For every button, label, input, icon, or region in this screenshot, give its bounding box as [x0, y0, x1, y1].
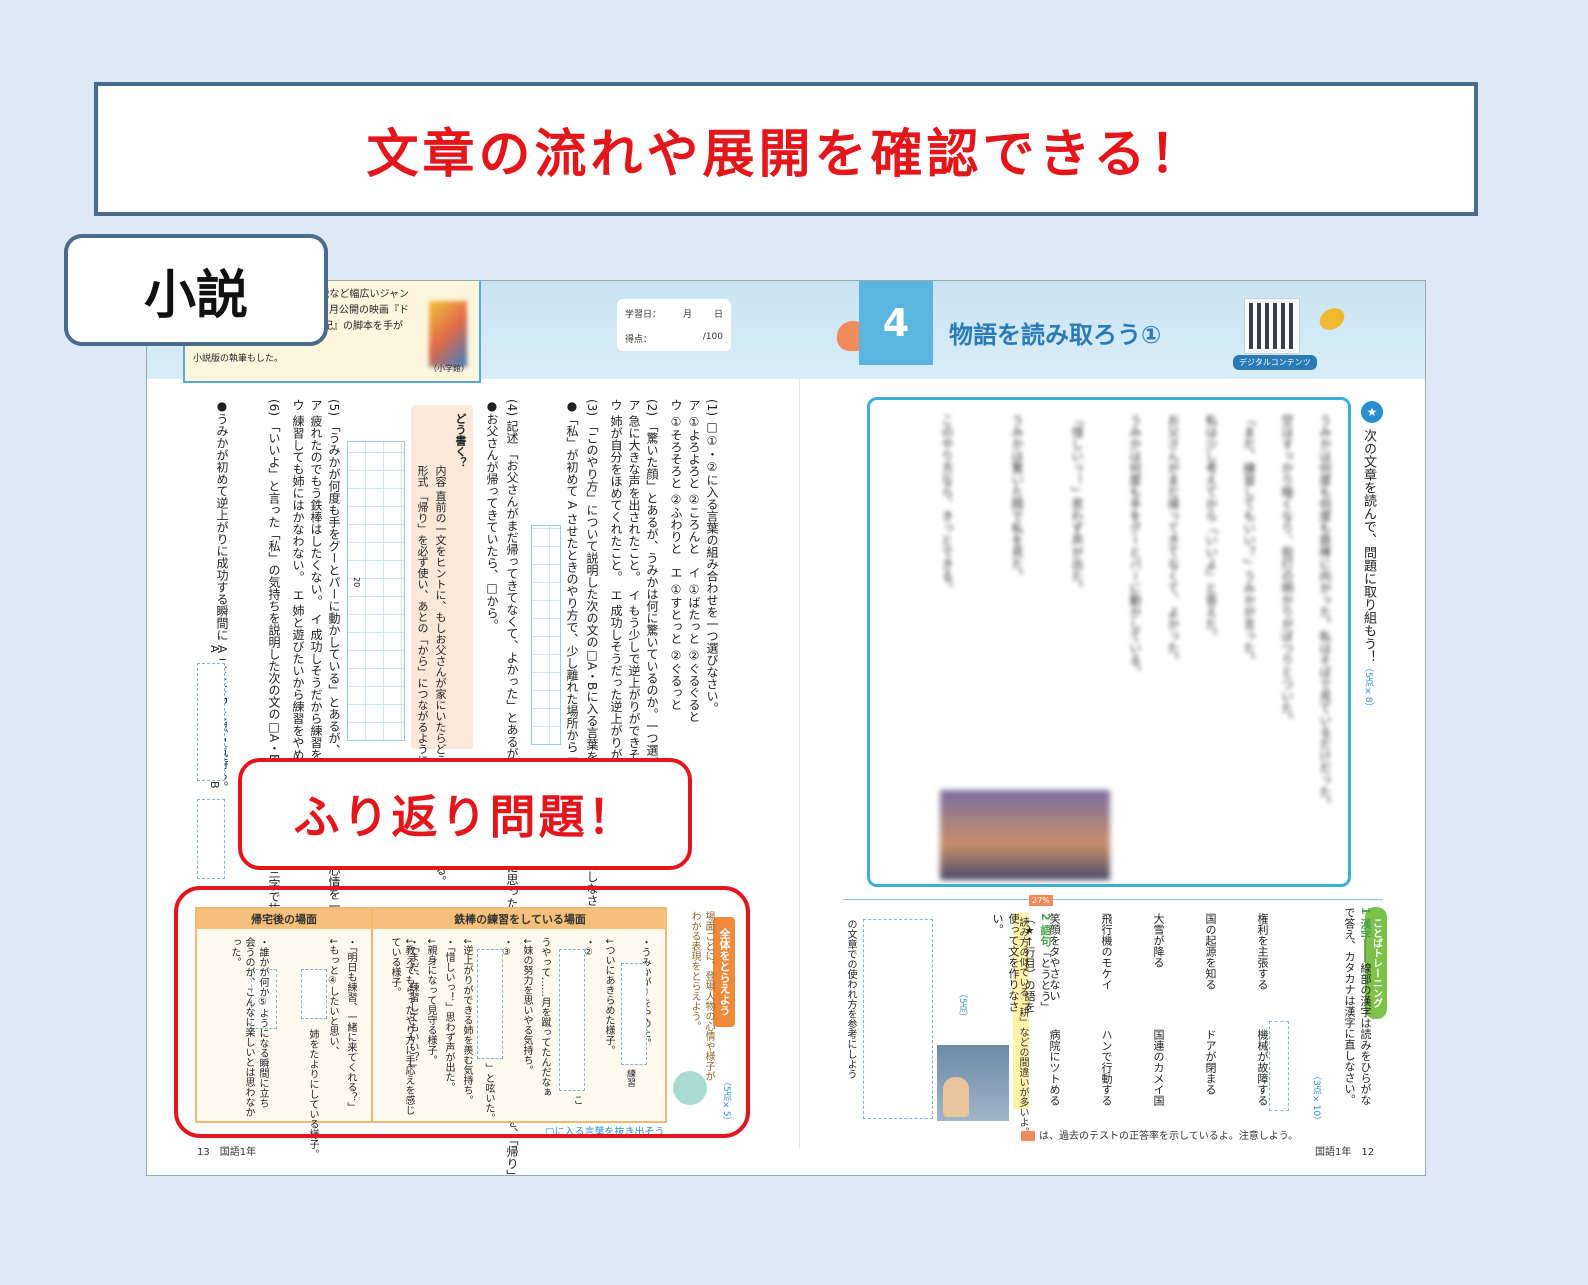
- kanji-item-3: 国の起源を知る: [1204, 913, 1217, 990]
- tip-content: 内容 直前の一文をヒントに、もしお父さんが家にいたらどうなっていたかを考える。: [434, 465, 447, 887]
- kanji-points: （3点×10）: [1311, 1071, 1321, 1126]
- month-label: 月: [682, 310, 692, 320]
- story-column: 「まだ、練習してもいい？」うみかが言った。: [1242, 414, 1256, 666]
- story-column: 空はすっかり暗くなり、街灯の明かりがぽつりとついた。: [1280, 414, 1294, 726]
- story-column: 「惜しいっ！」思わず声が出た。: [1070, 414, 1084, 594]
- story-column: うみかは何度も何度も鉄棒に向かった。私はそばで見ているだけだった。: [1318, 414, 1332, 810]
- answer-box-a[interactable]: [197, 663, 225, 781]
- right-page-num: 12: [1361, 1147, 1375, 1158]
- chapter-title: 物語を読み取ろう①: [949, 321, 1162, 349]
- instruction-text: 次の文章を読んで、問題に取り組もう！: [1361, 429, 1376, 663]
- footer-note-text: は、過去のテストの正答率を示しているよ。注意しよう。: [1039, 1131, 1299, 1142]
- phrase-heading: 2 語句: [1039, 913, 1052, 947]
- writing-tip-box: どう書く？ 内容 直前の一文をヒントに、もしお父さんが家にいたらどうなっていたか…: [411, 405, 473, 887]
- kanji-answer-1[interactable]: [1269, 1021, 1289, 1111]
- left-page-num: 13: [197, 1147, 210, 1158]
- kanji-item-5: 大雪が降る: [1152, 913, 1165, 968]
- review-callout-text: ふり返り問題！: [293, 790, 637, 844]
- story-column: うみかは驚いた顔で私を見た。: [1010, 414, 1024, 582]
- study-date-box: 学習日： 月 日 得点： /100: [617, 299, 731, 351]
- score-label: 得点：: [625, 335, 653, 345]
- date-label: 学習日：: [625, 310, 662, 320]
- phrase-points: （5点）: [957, 989, 967, 1022]
- right-page-number: 国語1年 12: [1315, 1143, 1374, 1158]
- left-page-number: 13 国語1年: [197, 1143, 256, 1158]
- grid-count-mark: 20: [352, 577, 361, 588]
- kanji-item-7: 飛行機のモケイ: [1100, 913, 1113, 990]
- page-gutter: [799, 379, 800, 1149]
- story-column: うみかは何度も手をグーとパーに動かしている。: [1128, 414, 1142, 678]
- kanji-item-8: ハンで行動する: [1100, 1029, 1113, 1106]
- phrase-instruction: 2 語句「とうとう」（★←行目）の語を使って文を作りなさい。: [989, 913, 1053, 1023]
- headline-banner: 文章の流れや展開を確認できる！: [94, 82, 1478, 216]
- genre-label-text: 小説: [143, 265, 248, 326]
- tip-form: 形式 「帰り」を必ず使い、あとの「から」につながるように書く。: [416, 465, 429, 799]
- phrase-note: の文章での使われ方を参考にしよう: [845, 919, 856, 1079]
- summary-highlight-outline: [174, 886, 750, 1138]
- answer-box-b[interactable]: [197, 799, 225, 879]
- kanji-instruction: 1 漢字――線部の漢字は読みをひらがなで答え、カタカナは漢字に直しなさい。: [1341, 907, 1373, 1107]
- story-illustration: [940, 790, 1110, 880]
- right-page-label: 国語1年: [1315, 1147, 1352, 1158]
- section-divider: [843, 899, 1383, 900]
- story-column: 私は少し考えてから「いいよ」と答えた。: [1204, 414, 1218, 642]
- digital-content-label: デジタルコンテンツ: [1233, 355, 1317, 370]
- kanji-item-1: 権利を主張する: [1256, 913, 1269, 990]
- kanji-item-10: 病院にツトめる: [1048, 1029, 1061, 1106]
- rain-illustration: [937, 1045, 1009, 1121]
- kanji-item-6: 国連のカメイ国: [1152, 1029, 1165, 1106]
- headline-title: 文章の流れや展開を確認できる！: [366, 124, 1206, 185]
- kanji-item-2: 機械が故障する: [1256, 1029, 1269, 1106]
- kanji-heading: 1 漢字: [1359, 907, 1372, 941]
- phrase-answer-box[interactable]: [863, 919, 933, 1119]
- story-column: お父さんがまだ帰ってきてなくて、よかった。: [1166, 414, 1180, 666]
- review-callout: ふり返り問題！: [238, 758, 692, 870]
- question-1: (1) □①・②に入る言葉の組み合わせを一つ選びなさい。: [705, 399, 719, 714]
- tip-title: どう書く？: [454, 413, 467, 468]
- book-cover-image: [429, 301, 467, 367]
- left-page-label: 国語1年: [219, 1147, 257, 1158]
- box-b-label: B: [208, 781, 221, 789]
- accuracy-badge: 27%: [1029, 895, 1053, 906]
- author-line: 小説版の執筆もした。: [193, 354, 284, 364]
- answer-grid-q4[interactable]: [347, 441, 405, 741]
- footer-note: は、過去のテストの正答率を示しているよ。注意しよう。: [1021, 1127, 1298, 1142]
- story-passage: うみかは何度も何度も鉄棒に向かった。私はそばで見ているだけだった。 空はすっかり…: [867, 397, 1351, 887]
- day-label: 日: [713, 310, 723, 320]
- box-a-label: A: [208, 645, 221, 653]
- genre-label: 小説: [64, 234, 328, 346]
- score-total: /100: [702, 332, 723, 342]
- qr-code-icon[interactable]: [1244, 298, 1300, 354]
- answer-grid-a[interactable]: [531, 525, 561, 745]
- story-instruction: 次の文章を読んで、問題に取り組もう！（5点×8）: [1359, 429, 1377, 711]
- kanji-item-4: ドアが閉まる: [1204, 1029, 1217, 1095]
- chapter-number: 4: [859, 281, 933, 365]
- story-column: このやり方なら、きっとできる。: [940, 414, 954, 594]
- publisher: （小学館）: [429, 364, 469, 373]
- instruction-points: （5点×8）: [1363, 663, 1373, 712]
- star-icon: ★: [1361, 401, 1383, 423]
- marker-icon: [1021, 1131, 1035, 1141]
